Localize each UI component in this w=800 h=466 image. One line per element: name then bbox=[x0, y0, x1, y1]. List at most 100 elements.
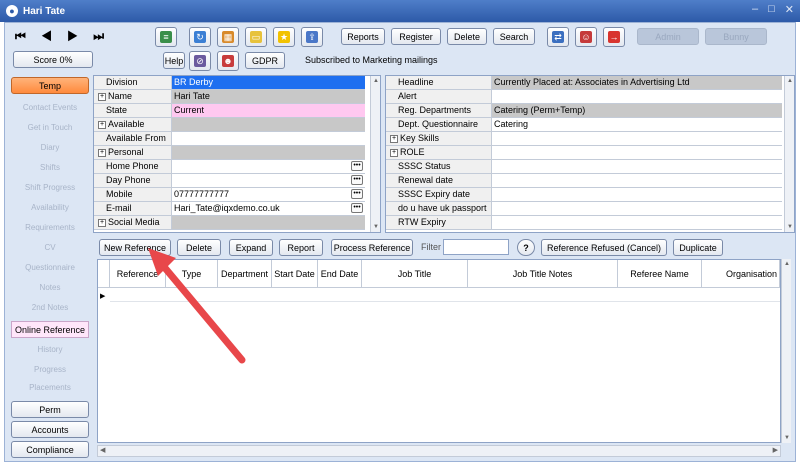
sidebar-item-questionnaire[interactable]: Questionnaire bbox=[11, 259, 89, 276]
sidebar-item-online-reference[interactable]: Online Reference bbox=[11, 321, 89, 338]
process-reference-button[interactable]: Process Reference bbox=[331, 239, 413, 256]
tab-compliance[interactable]: Compliance bbox=[11, 441, 89, 458]
score-button[interactable]: Score 0% bbox=[13, 51, 93, 68]
ellipsis-icon[interactable]: ••• bbox=[351, 203, 363, 213]
sidebar-item-notes[interactable]: Notes bbox=[11, 279, 89, 296]
table-horizontal-scrollbar[interactable]: ◀ ▶ bbox=[97, 445, 781, 457]
filter-input[interactable] bbox=[443, 239, 509, 255]
column-header-start-date[interactable]: Start Date bbox=[272, 260, 318, 288]
tab-temp[interactable]: Temp bbox=[11, 77, 89, 94]
rtw-expiry-field[interactable] bbox=[492, 216, 782, 230]
search-button[interactable]: Search bbox=[493, 28, 535, 45]
table-vertical-scrollbar[interactable]: ▲ ▼ bbox=[781, 259, 791, 443]
sidebar-item-get-in-touch[interactable]: Get in Touch bbox=[11, 119, 89, 136]
ellipsis-icon[interactable]: ••• bbox=[351, 175, 363, 185]
sidebar-item-contact-events[interactable]: Contact Events bbox=[11, 99, 89, 116]
exit-icon-button[interactable]: → bbox=[603, 27, 625, 47]
dept-questionnaire-field[interactable]: Catering bbox=[492, 118, 782, 132]
tab-accounts[interactable]: Accounts bbox=[11, 421, 89, 438]
register-button[interactable]: Register bbox=[391, 28, 441, 45]
column-header-organisation[interactable]: Organisation bbox=[702, 260, 780, 288]
mobile-field[interactable]: 07777777777 ••• bbox=[172, 188, 365, 202]
uk-passport-field[interactable] bbox=[492, 202, 782, 216]
email-field[interactable]: Hari_Tate@iqxdemo.co.uk ••• bbox=[172, 202, 365, 216]
delete-record-button[interactable]: Delete bbox=[447, 28, 487, 45]
help-button[interactable]: Help bbox=[163, 52, 185, 69]
key-skills-field[interactable] bbox=[492, 132, 782, 146]
available-from-field[interactable] bbox=[172, 132, 365, 146]
sidebar-item-shift-progress[interactable]: Shift Progress bbox=[11, 179, 89, 196]
minimize-icon[interactable]: – bbox=[752, 3, 758, 16]
headline-field[interactable]: Currently Placed at: Associates in Adver… bbox=[492, 76, 782, 90]
sssc-expiry-field[interactable] bbox=[492, 188, 782, 202]
calendar-icon-button[interactable]: ▦ bbox=[217, 27, 239, 47]
delete-reference-button[interactable]: Delete bbox=[177, 239, 221, 256]
first-record-icon[interactable]: ⏮ bbox=[15, 29, 32, 43]
tab-perm[interactable]: Perm bbox=[11, 401, 89, 418]
renewal-date-field[interactable] bbox=[492, 174, 782, 188]
sidebar-item-availability[interactable]: Availability bbox=[11, 199, 89, 216]
name-field[interactable]: Hari Tate bbox=[172, 90, 365, 104]
column-header-department[interactable]: Department bbox=[218, 260, 272, 288]
last-record-icon[interactable]: ⏭ bbox=[93, 29, 110, 43]
no-contact-icon-button[interactable]: ⊘ bbox=[189, 51, 211, 71]
maximize-icon[interactable]: □ bbox=[768, 3, 775, 16]
scroll-up-icon[interactable]: ▲ bbox=[372, 77, 380, 85]
expand-icon[interactable]: + bbox=[390, 148, 398, 157]
duplicate-button[interactable]: Duplicate bbox=[673, 239, 723, 256]
upload-icon-button[interactable]: ⇪ bbox=[301, 27, 323, 47]
home-phone-field[interactable]: ••• bbox=[172, 160, 365, 174]
sidebar-item-diary[interactable]: Diary bbox=[11, 139, 89, 156]
scroll-down-icon[interactable]: ▼ bbox=[786, 223, 794, 231]
division-field[interactable]: BR Derby bbox=[172, 76, 365, 90]
sidebar-item-progress[interactable]: Progress bbox=[11, 361, 89, 378]
sidebar-item-shifts[interactable]: Shifts bbox=[11, 159, 89, 176]
sidebar-item-history[interactable]: History bbox=[11, 341, 89, 358]
expand-icon[interactable]: + bbox=[98, 218, 106, 227]
star-icon-button[interactable]: ★ bbox=[273, 27, 295, 47]
ellipsis-icon[interactable]: ••• bbox=[351, 161, 363, 171]
personal-field[interactable] bbox=[172, 146, 365, 160]
column-header-job-title-notes[interactable]: Job Title Notes bbox=[468, 260, 618, 288]
scroll-left-icon[interactable]: ◀ bbox=[100, 446, 105, 454]
column-header-reference[interactable]: Reference bbox=[110, 260, 166, 288]
expand-icon[interactable]: + bbox=[390, 134, 398, 143]
sidebar-item-requirements[interactable]: Requirements bbox=[11, 219, 89, 236]
right-grid-scrollbar[interactable]: ▲ ▼ bbox=[784, 76, 794, 232]
social-media-field[interactable] bbox=[172, 216, 365, 230]
reference-refused-button[interactable]: Reference Refused (Cancel) bbox=[541, 239, 667, 256]
scroll-down-icon[interactable]: ▼ bbox=[372, 223, 380, 231]
scroll-right-icon[interactable]: ▶ bbox=[773, 446, 778, 454]
reg-departments-field[interactable]: Catering (Perm+Temp) bbox=[492, 104, 782, 118]
privacy-icon-button[interactable]: ☻ bbox=[217, 51, 239, 71]
prev-record-icon[interactable]: ◀ bbox=[41, 29, 58, 43]
close-icon[interactable]: ✕ bbox=[785, 3, 794, 16]
alert-field[interactable] bbox=[492, 90, 782, 104]
notes-icon-button[interactable]: ▭ bbox=[245, 27, 267, 47]
next-record-icon[interactable]: ▶ bbox=[67, 29, 84, 43]
expand-icon[interactable]: + bbox=[98, 92, 106, 101]
reports-button[interactable]: Reports bbox=[341, 28, 385, 45]
cv-icon-button[interactable]: ≡ bbox=[155, 27, 177, 47]
gdpr-button[interactable]: GDPR bbox=[245, 52, 285, 69]
expand-icon[interactable]: + bbox=[98, 148, 106, 157]
expand-button[interactable]: Expand bbox=[229, 239, 273, 256]
sidebar-item-cv[interactable]: CV bbox=[11, 239, 89, 256]
left-grid-scrollbar[interactable]: ▲ ▼ bbox=[370, 76, 380, 232]
user-icon-button[interactable]: ☺ bbox=[575, 27, 597, 47]
column-header-job-title[interactable]: Job Title bbox=[362, 260, 468, 288]
column-header-type[interactable]: Type bbox=[166, 260, 218, 288]
sssc-status-field[interactable] bbox=[492, 160, 782, 174]
role-field[interactable] bbox=[492, 146, 782, 160]
help-icon[interactable]: ? bbox=[517, 239, 535, 256]
table-row[interactable] bbox=[110, 288, 780, 302]
new-reference-button[interactable]: New Reference bbox=[99, 239, 171, 256]
available-field[interactable] bbox=[172, 118, 365, 132]
report-button[interactable]: Report bbox=[279, 239, 323, 256]
scroll-up-icon[interactable]: ▲ bbox=[786, 77, 794, 85]
column-header-referee-name[interactable]: Referee Name bbox=[618, 260, 702, 288]
sidebar-item-2nd-notes[interactable]: 2nd Notes bbox=[11, 299, 89, 316]
refresh-icon-button[interactable]: ↻ bbox=[189, 27, 211, 47]
scroll-up-icon[interactable]: ▲ bbox=[783, 260, 791, 268]
scroll-down-icon[interactable]: ▼ bbox=[783, 434, 791, 442]
